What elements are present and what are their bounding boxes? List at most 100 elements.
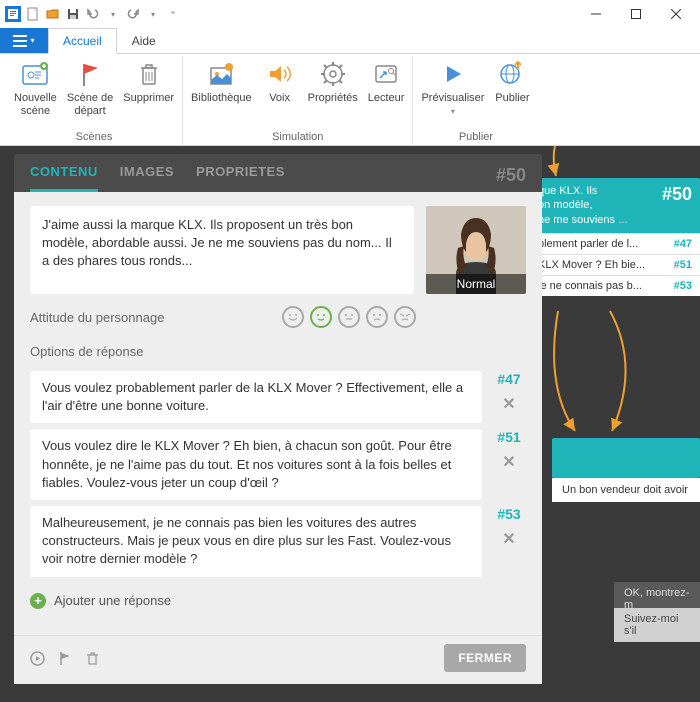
delete-response-icon[interactable]: ✕ — [502, 455, 515, 471]
response-text[interactable]: Vous voulez dire le KLX Mover ? Eh bien,… — [30, 429, 482, 500]
undo-icon[interactable] — [84, 5, 102, 23]
properties-button[interactable]: Propriétés — [304, 56, 362, 129]
quick-access-toolbar: ▾ ▾ ⁼ — [4, 5, 182, 23]
file-menu[interactable]: ▾ — [0, 28, 48, 53]
qat-dropdown-icon[interactable]: ▾ — [144, 5, 162, 23]
responses-label: Options de réponse — [30, 340, 526, 359]
button-label: Propriétés — [308, 92, 358, 105]
maximize-button[interactable] — [616, 0, 656, 28]
close-window-button[interactable] — [656, 0, 696, 28]
flow-row[interactable]: KLX Mover ? Eh bie...#51 — [530, 254, 700, 275]
preview-button[interactable]: Prévisualiser ▾ — [417, 56, 488, 129]
group-label: Publier — [459, 129, 493, 145]
library-icon — [205, 58, 237, 90]
qat-customize-icon[interactable]: ⁼ — [164, 5, 182, 23]
responses-list: Vous voulez probablement parler de la KL… — [30, 371, 526, 577]
avatar-label: Normal — [426, 274, 526, 294]
response-item: Vous voulez dire le KLX Mover ? Eh bien,… — [30, 429, 526, 500]
node-id: #50 — [662, 184, 692, 227]
emotion-very-happy-icon[interactable] — [282, 306, 304, 328]
response-item: Malheureusement, je ne connais pas bien … — [30, 506, 526, 577]
avatar-box[interactable]: Normal — [426, 206, 526, 294]
library-button[interactable]: Bibliothèque — [187, 56, 256, 129]
response-text[interactable]: Malheureusement, je ne connais pas bien … — [30, 506, 482, 577]
emotion-neutral-icon[interactable] — [338, 306, 360, 328]
new-scene-icon — [19, 58, 51, 90]
ribbon-group-publish: Prévisualiser ▾ Publier Publier — [413, 56, 538, 145]
new-icon[interactable] — [24, 5, 42, 23]
redo-icon[interactable] — [124, 5, 142, 23]
play-icon[interactable] — [30, 651, 45, 666]
node-text: que KLX. Ils — [538, 184, 627, 198]
panel-tabs: CONTENU IMAGES PROPRIETES #50 — [14, 154, 542, 192]
avatar-image: Normal — [426, 206, 526, 294]
player-button[interactable]: Lecteur — [364, 56, 409, 129]
open-icon[interactable] — [44, 5, 62, 23]
app-icon — [4, 5, 22, 23]
tab-accueil[interactable]: Accueil — [48, 28, 117, 54]
panel-footer: FERMER — [14, 635, 542, 684]
flow-row[interactable]: je ne connais pas b...#53 — [530, 275, 700, 296]
button-label: Bibliothèque — [191, 92, 252, 105]
qat-dropdown-icon[interactable]: ▾ — [104, 5, 122, 23]
attitude-label: Attitude du personnage — [30, 310, 272, 325]
new-scene-button[interactable]: Nouvelle scène — [10, 56, 61, 129]
speech-text[interactable]: J'aime aussi la marque KLX. Ils proposen… — [30, 206, 414, 294]
button-label: Lecteur — [368, 92, 405, 105]
node-text: on modèle, — [538, 198, 627, 212]
group-label: Scènes — [76, 129, 113, 145]
delete-scene-button[interactable]: Supprimer — [119, 56, 178, 129]
flow-row[interactable]: blement parler de l...#47 — [530, 233, 700, 254]
player-icon — [370, 58, 402, 90]
add-label: Ajouter une réponse — [54, 593, 171, 608]
delete-response-icon[interactable]: ✕ — [502, 532, 515, 548]
node-text: ne me souviens ... — [538, 213, 627, 227]
delete-response-icon[interactable]: ✕ — [502, 397, 515, 413]
plus-icon: + — [30, 593, 46, 609]
tab-images[interactable]: IMAGES — [120, 164, 174, 192]
flow-caption: Un bon vendeur doit avoir — [552, 478, 700, 502]
emotion-happy-icon[interactable] — [310, 306, 332, 328]
button-label: Supprimer — [123, 92, 174, 105]
publish-button[interactable]: Publier — [490, 56, 534, 129]
titlebar: ▾ ▾ ⁼ — [0, 0, 700, 28]
flag-icon[interactable] — [59, 651, 72, 666]
emotion-sad-icon[interactable] — [366, 306, 388, 328]
flag-icon — [74, 58, 106, 90]
trash-icon[interactable] — [86, 651, 99, 666]
scene-editor-panel: CONTENU IMAGES PROPRIETES #50 J'aime aus… — [14, 154, 542, 684]
ribbon-body: Nouvelle scène Scène de départ Supprimer… — [0, 54, 700, 146]
response-text[interactable]: Vous voulez probablement parler de la KL… — [30, 371, 482, 423]
gear-icon — [317, 58, 349, 90]
save-icon[interactable] — [64, 5, 82, 23]
play-icon — [437, 58, 469, 90]
group-label: Simulation — [272, 129, 323, 145]
flow-node-small[interactable] — [552, 438, 700, 478]
response-id[interactable]: #47 — [497, 371, 520, 387]
button-label: Voix — [269, 92, 290, 105]
response-id[interactable]: #51 — [497, 429, 520, 445]
ribbon-group-scenes: Nouvelle scène Scène de départ Supprimer… — [6, 56, 183, 145]
scene-id: #50 — [496, 165, 526, 192]
window-controls — [576, 0, 696, 28]
button-label: Prévisualiser — [421, 92, 484, 105]
add-response-button[interactable]: + Ajouter une réponse — [30, 589, 526, 609]
tab-aide[interactable]: Aide — [117, 28, 171, 53]
emotion-angry-icon[interactable] — [394, 306, 416, 328]
flow-node-50[interactable]: que KLX. Ils on modèle, ne me souviens .… — [530, 178, 700, 296]
minimize-button[interactable] — [576, 0, 616, 28]
button-label: Scène de départ — [67, 92, 113, 118]
emoji-set — [282, 306, 416, 328]
button-label: Nouvelle scène — [14, 92, 57, 118]
response-id[interactable]: #53 — [497, 506, 520, 522]
button-label: Publier — [495, 92, 529, 105]
tab-contenu[interactable]: CONTENU — [30, 164, 98, 192]
ribbon-tabs: ▾ Accueil Aide — [0, 28, 700, 54]
ribbon-group-simulation: Bibliothèque Voix Propriétés Lecteur Sim… — [183, 56, 413, 145]
start-scene-button[interactable]: Scène de départ — [63, 56, 117, 129]
close-button[interactable]: FERMER — [444, 644, 526, 672]
flow-row[interactable]: Suivez-moi s'il — [614, 608, 700, 642]
tab-proprietes[interactable]: PROPRIETES — [196, 164, 285, 192]
voice-button[interactable]: Voix — [258, 56, 302, 129]
trash-icon — [133, 58, 165, 90]
